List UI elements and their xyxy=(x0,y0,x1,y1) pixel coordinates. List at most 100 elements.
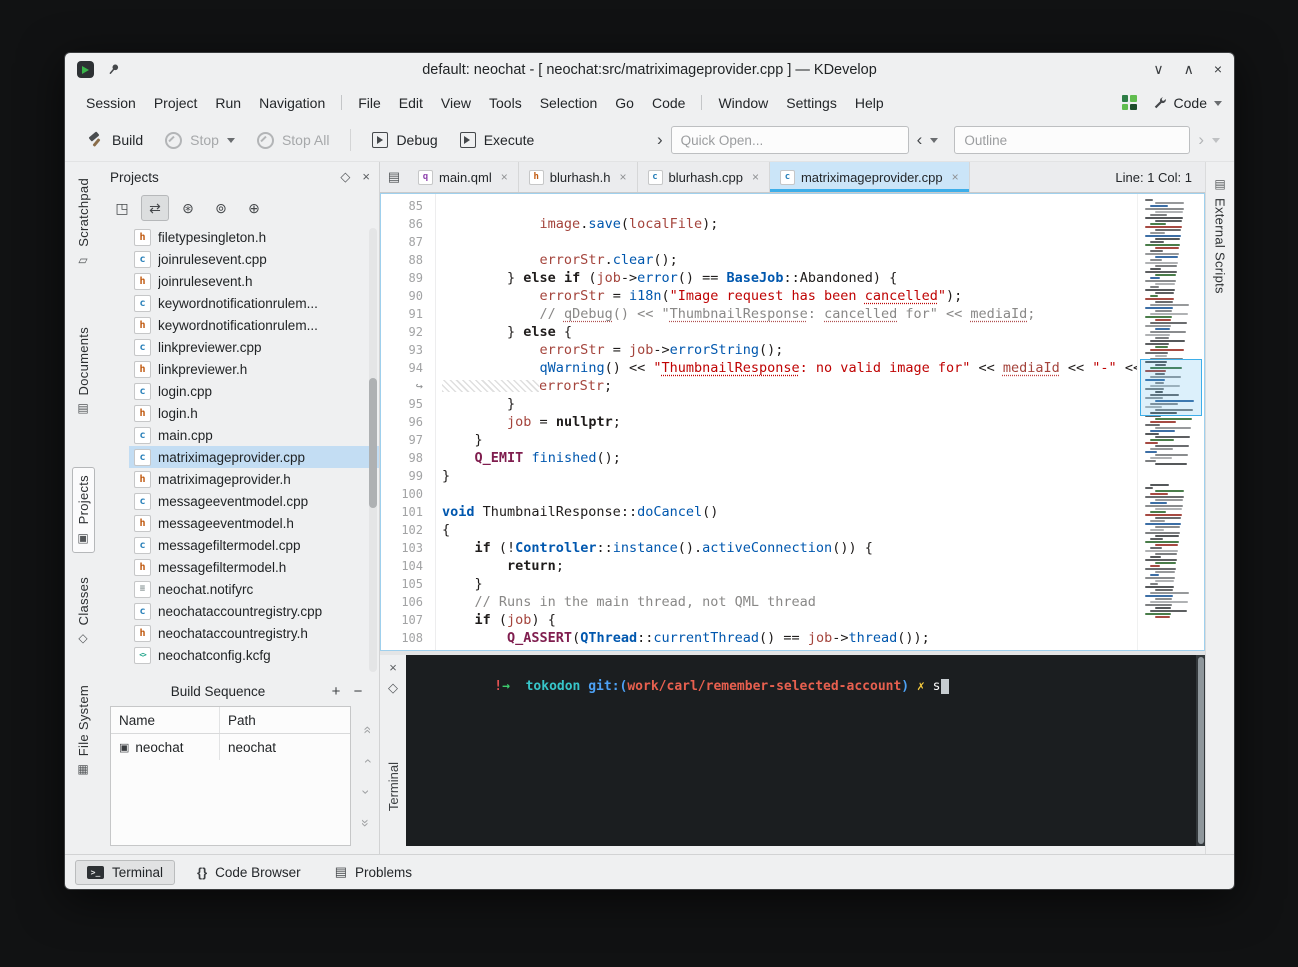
tree-item-messageeventmodel-h[interactable]: hmessageeventmodel.h xyxy=(129,512,379,534)
dock-tab-projects[interactable]: Projects▣ xyxy=(72,467,95,552)
toolbar-overflow-icon[interactable]: › xyxy=(653,130,667,150)
tree-item-linkpreviewer-cpp[interactable]: clinkpreviewer.cpp xyxy=(129,336,379,358)
tree-scrollbar-thumb[interactable] xyxy=(369,378,377,508)
menu-tools[interactable]: Tools xyxy=(480,90,531,116)
terminal-scrollbar-thumb[interactable] xyxy=(1198,657,1204,844)
terminal-console[interactable]: !→ tokodon git:(work/carl/remember-selec… xyxy=(406,655,1205,846)
pin-icon[interactable] xyxy=(106,62,121,77)
close-tab-icon[interactable]: × xyxy=(952,170,959,184)
back-history-icon[interactable] xyxy=(930,138,938,147)
settings-icon[interactable]: ⊛ xyxy=(174,195,202,221)
tree-item-neochat-notifyrc[interactable]: ≡neochat.notifyrc xyxy=(129,578,379,600)
menu-edit[interactable]: Edit xyxy=(390,90,432,116)
add-build-item-button[interactable]: + xyxy=(325,683,347,700)
document-list-icon[interactable]: ▤ xyxy=(380,162,408,192)
build-settings-icon[interactable]: ⊚ xyxy=(207,195,235,221)
move-down-icon[interactable]: › xyxy=(358,790,374,795)
tree-item-login-cpp[interactable]: clogin.cpp xyxy=(129,380,379,402)
menu-selection[interactable]: Selection xyxy=(531,90,607,116)
build-button[interactable]: Build xyxy=(79,126,152,154)
remove-build-item-button[interactable]: − xyxy=(347,683,369,700)
menu-view[interactable]: View xyxy=(432,90,480,116)
menu-code[interactable]: Code xyxy=(643,90,694,116)
menu-run[interactable]: Run xyxy=(206,90,250,116)
tree-item-joinrulesevent-h[interactable]: hjoinrulesevent.h xyxy=(129,270,379,292)
file-type-icon: <> xyxy=(134,647,151,664)
close-icon[interactable]: × xyxy=(1214,61,1222,78)
statusbar-tab-problems[interactable]: ▤Problems xyxy=(323,859,424,885)
tree-item-messagefiltermodel-cpp[interactable]: cmessagefiltermodel.cpp xyxy=(129,534,379,556)
close-panel-icon[interactable]: × xyxy=(362,169,370,185)
tree-scrollbar[interactable] xyxy=(369,228,377,672)
minimap-viewport[interactable] xyxy=(1140,359,1202,416)
tree-item-linkpreviewer-h[interactable]: hlinkpreviewer.h xyxy=(129,358,379,380)
minimap[interactable] xyxy=(1137,194,1204,650)
maximize-icon[interactable]: ∧ xyxy=(1184,61,1194,78)
dock-tab-scratchpad[interactable]: Scratchpad▱ xyxy=(72,170,95,275)
column-path[interactable]: Path xyxy=(220,713,264,728)
menu-go[interactable]: Go xyxy=(606,90,643,116)
outline-input[interactable] xyxy=(954,126,1190,154)
menu-session[interactable]: Session xyxy=(77,90,145,116)
code-editor[interactable]: 85868788899091929394↪9596979899100101102… xyxy=(380,193,1205,651)
tree-item-joinrulesevent-cpp[interactable]: cjoinrulesevent.cpp xyxy=(129,248,379,270)
area-switcher[interactable]: Code xyxy=(1153,95,1222,111)
dock-tab-file-system[interactable]: File System▦ xyxy=(72,677,95,784)
close-terminal-icon[interactable]: × xyxy=(389,658,397,676)
sync-document-icon[interactable]: ⇄ xyxy=(141,195,169,221)
stop-button[interactable]: Stop xyxy=(156,126,244,155)
menu-navigation[interactable]: Navigation xyxy=(250,90,334,116)
detach-terminal-icon[interactable]: ◇ xyxy=(388,679,398,697)
move-up-icon[interactable]: › xyxy=(358,759,374,764)
editor-tab-matriximageprovider-cpp[interactable]: cmatriximageprovider.cpp× xyxy=(770,162,970,192)
menu-file[interactable]: File xyxy=(349,90,390,116)
menu-help[interactable]: Help xyxy=(846,90,893,116)
execute-button[interactable]: Execute xyxy=(451,126,544,154)
build-item-name: neochat xyxy=(135,740,183,755)
debug-button[interactable]: Debug xyxy=(363,126,446,154)
tree-item-messageeventmodel-cpp[interactable]: cmessageeventmodel.cpp xyxy=(129,490,379,512)
dock-tab-classes[interactable]: Classes◇ xyxy=(72,569,95,653)
float-panel-icon[interactable]: ◇ xyxy=(340,169,350,185)
statusbar-tab-code-browser[interactable]: {}Code Browser xyxy=(185,860,313,885)
close-tab-icon[interactable]: × xyxy=(501,170,508,184)
menu-project[interactable]: Project xyxy=(145,90,207,116)
minimize-icon[interactable]: ∨ xyxy=(1153,61,1163,78)
tree-item-keywordnotificationrulem[interactable]: hkeywordnotificationrulem... xyxy=(129,314,379,336)
tree-item-neochatconfig-kcfg[interactable]: <>neochatconfig.kcfg xyxy=(129,644,379,666)
code-line: if (!Controller::instance().activeConnec… xyxy=(442,539,1137,557)
build-sequence-row[interactable]: ▣neochatneochat xyxy=(111,734,350,760)
editor-tab-blurhash-h[interactable]: hblurhash.h× xyxy=(519,162,638,192)
editor-tab-blurhash-cpp[interactable]: cblurhash.cpp× xyxy=(638,162,770,192)
tree-item-messagefiltermodel-h[interactable]: hmessagefiltermodel.h xyxy=(129,556,379,578)
dock-tab-documents[interactable]: Documents▤ xyxy=(72,319,95,423)
statusbar-tab-terminal[interactable]: >_Terminal xyxy=(75,860,175,885)
code-view[interactable]: image.save(localFile); errorStr.clear();… xyxy=(436,194,1137,650)
app-grid-icon[interactable] xyxy=(1122,95,1137,110)
move-bottom-icon[interactable]: » xyxy=(358,819,374,827)
menu-window[interactable]: Window xyxy=(709,90,777,116)
menu-settings[interactable]: Settings xyxy=(777,90,846,116)
tree-item-filetypesingleton-h[interactable]: hfiletypesingleton.h xyxy=(129,226,379,248)
tree-item-matriximageprovider-h[interactable]: hmatriximageprovider.h xyxy=(129,468,379,490)
stop-all-button[interactable]: Stop All xyxy=(248,126,338,155)
terminal-scrollbar[interactable] xyxy=(1196,655,1205,846)
quick-open-input[interactable] xyxy=(671,126,909,154)
move-top-icon[interactable]: » xyxy=(358,726,374,734)
filter-icon[interactable]: ⊕ xyxy=(240,195,268,221)
tree-item-neochataccountregistry-h[interactable]: hneochataccountregistry.h xyxy=(129,622,379,644)
forward-history-icon[interactable] xyxy=(1212,138,1220,147)
load-project-icon[interactable]: ◳ xyxy=(108,195,136,221)
close-tab-icon[interactable]: × xyxy=(619,170,626,184)
close-tab-icon[interactable]: × xyxy=(752,170,759,184)
forward-icon[interactable]: › xyxy=(1194,130,1208,150)
editor-tab-main-qml[interactable]: qmain.qml× xyxy=(408,162,519,192)
dock-tab-external-scripts[interactable]: ▤External Scripts xyxy=(1210,172,1231,299)
tree-item-keywordnotificationrulem[interactable]: ckeywordnotificationrulem... xyxy=(129,292,379,314)
back-icon[interactable]: ‹ xyxy=(913,130,927,150)
tree-item-matriximageprovider-cpp[interactable]: cmatriximageprovider.cpp xyxy=(129,446,379,468)
tree-item-login-h[interactable]: hlogin.h xyxy=(129,402,379,424)
column-name[interactable]: Name xyxy=(111,707,220,733)
tree-item-neochataccountregistry-cpp[interactable]: cneochataccountregistry.cpp xyxy=(129,600,379,622)
tree-item-main-cpp[interactable]: cmain.cpp xyxy=(129,424,379,446)
